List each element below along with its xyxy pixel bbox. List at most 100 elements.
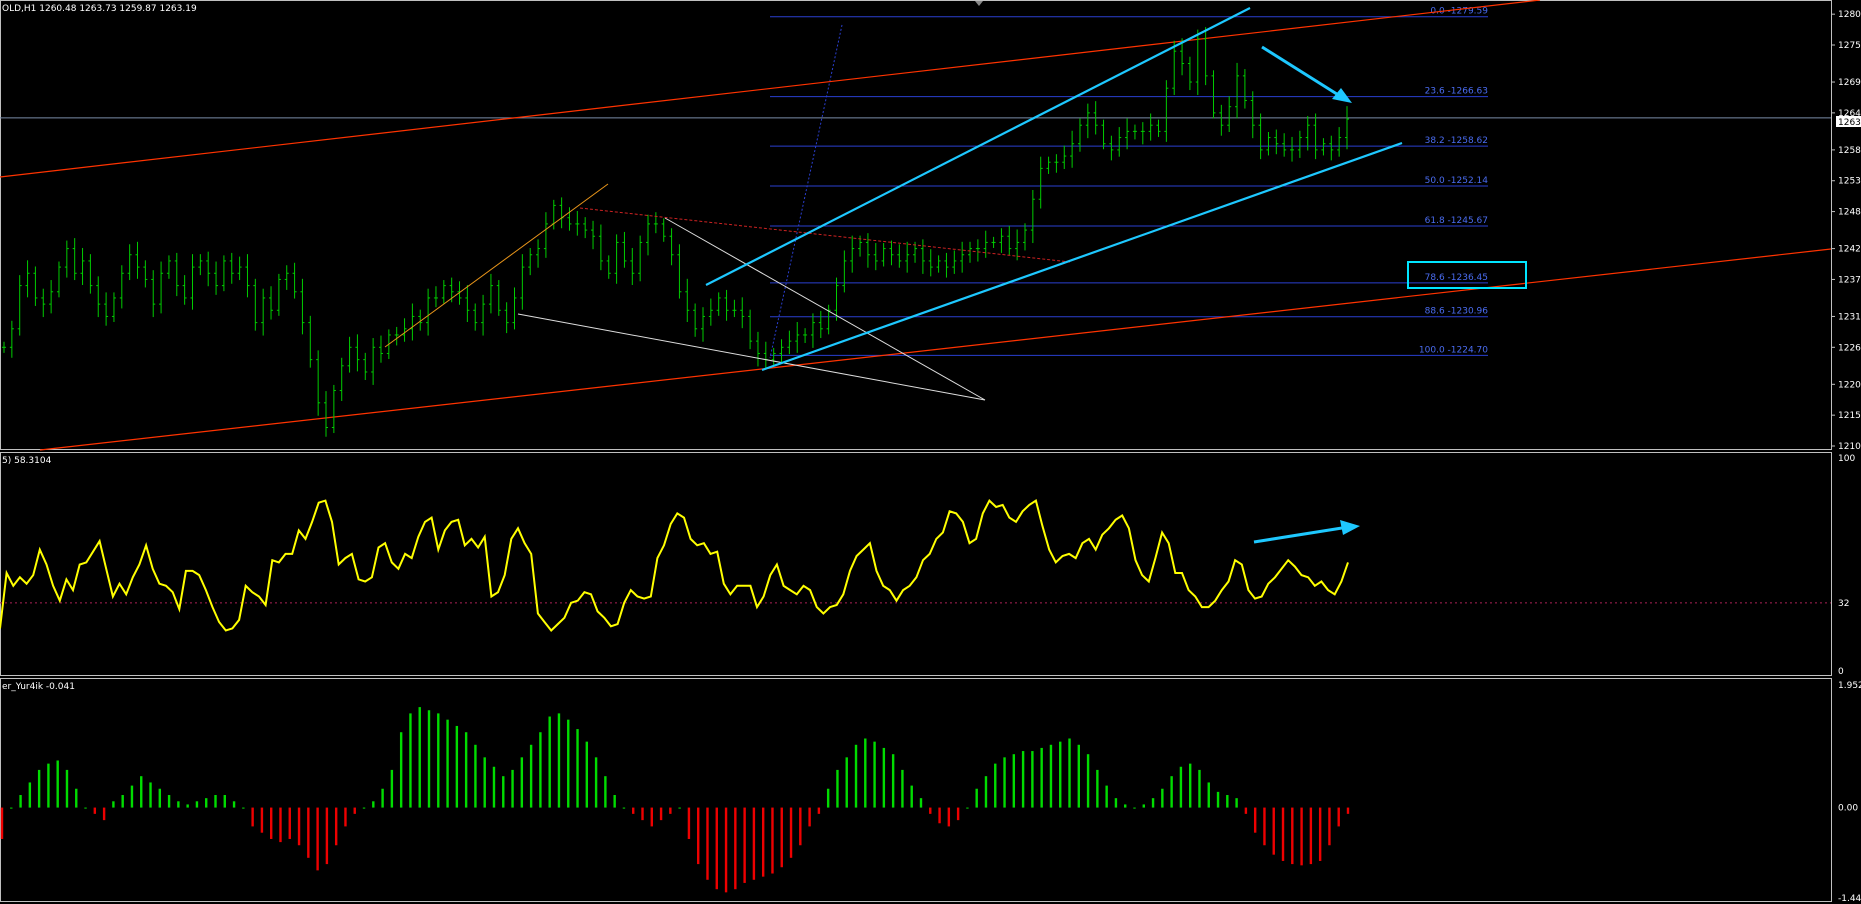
orange-trend-line[interactable] [384, 183, 609, 348]
histogram-bar [186, 804, 189, 808]
histogram-bar [418, 707, 421, 808]
histogram-bar [622, 807, 626, 809]
histogram-bar [734, 807, 737, 890]
histogram-bar [344, 807, 347, 827]
histogram-bar [1188, 763, 1192, 808]
fib-level-label: 50.0 -1252.14 [1425, 176, 1489, 186]
histogram-bar [47, 763, 50, 808]
histogram-bar [567, 719, 570, 808]
histogram-bar [437, 713, 440, 808]
fib-level-label: 23.6 -1266.63 [1425, 87, 1488, 97]
price-panel[interactable] [0, 0, 1832, 450]
channel-lower-line[interactable] [39, 248, 1832, 451]
histogram-bar [743, 807, 746, 883]
histogram-bar [205, 798, 208, 808]
histogram-bar [1337, 807, 1340, 827]
oscillator-axis-label: 1.952 [1838, 681, 1861, 691]
histogram-bar [37, 769, 41, 808]
histogram-bar [316, 807, 319, 871]
histogram-bar [1346, 807, 1350, 814]
histogram-bar [929, 807, 932, 814]
histogram-bar [242, 807, 245, 809]
histogram-bar [966, 807, 969, 809]
price-axis-label: 1264 [1838, 109, 1861, 119]
histogram-bar [251, 807, 254, 827]
histogram-bar [947, 807, 951, 827]
dashed-resistance-line[interactable] [579, 207, 1071, 263]
histogram-bar [353, 807, 356, 814]
fib-level-label: 38.2 -1258.62 [1425, 136, 1488, 146]
wedge-lower-line[interactable] [517, 313, 986, 401]
price-axis-label: 1275 [1838, 41, 1861, 51]
histogram-bar [1309, 807, 1313, 865]
price-axis-label: 1237 [1838, 275, 1861, 285]
down-arrow-head [1332, 88, 1352, 103]
histogram-bar [464, 732, 468, 808]
histogram-bar [1021, 751, 1025, 808]
histogram-bar [75, 788, 78, 808]
histogram-bar [613, 795, 616, 808]
histogram-bar [1253, 807, 1257, 833]
histogram-bar [1300, 807, 1303, 866]
channel-upper-line[interactable] [0, 0, 1541, 178]
histogram-bar [604, 776, 607, 808]
histogram-bar [446, 719, 449, 808]
histogram-bar [232, 801, 236, 808]
histogram-bar [1244, 807, 1248, 814]
histogram-bar [956, 807, 960, 821]
up-arrow-head [1340, 520, 1360, 535]
histogram-bar [279, 807, 282, 843]
histogram-bar [1049, 744, 1053, 808]
histogram-bar [1068, 738, 1071, 808]
price-axis-label: 1210 [1838, 442, 1861, 452]
histogram-bar [891, 754, 895, 808]
histogram-bar [483, 757, 486, 808]
histogram-bar [771, 807, 774, 874]
histogram-bar [1226, 795, 1229, 808]
histogram-bar [1291, 807, 1294, 865]
histogram-bar [669, 807, 672, 814]
histogram-bar [19, 795, 22, 808]
oscillator-panel[interactable] [0, 678, 1832, 902]
histogram-bar [882, 747, 886, 808]
histogram-bar [715, 807, 718, 890]
histogram-bar [687, 807, 691, 839]
histogram-bar [641, 807, 644, 821]
rsi-panel[interactable] [0, 452, 1832, 676]
histogram-bar [1170, 776, 1173, 808]
rsi-line[interactable] [0, 498, 1349, 632]
fib-level-label: 78.6 -1236.45 [1425, 273, 1488, 283]
price-axis-label: 1258 [1838, 146, 1861, 156]
oscillator-axis-label: 0.00 [1838, 804, 1858, 814]
histogram-bar [177, 801, 180, 808]
rsi-axis-label: 0 [1838, 667, 1844, 677]
current-price-label: 1263 [1838, 118, 1861, 128]
histogram-bar [1179, 766, 1183, 808]
histogram-bar [585, 741, 589, 808]
histogram-bar [1077, 744, 1080, 808]
histogram-bar [706, 807, 709, 880]
price-axis-label: 1220 [1838, 380, 1861, 390]
histogram-bar [399, 732, 403, 808]
histogram-bar [1012, 754, 1016, 808]
histogram-bar [112, 801, 115, 808]
histogram-bar [864, 738, 867, 808]
histogram-bar [1096, 769, 1099, 808]
histogram-bar [1151, 798, 1155, 808]
histogram-bar [372, 801, 375, 808]
histogram-bar [984, 776, 988, 808]
histogram-bar [56, 760, 59, 808]
histogram-bar [1161, 788, 1164, 808]
trading-chart[interactable]: 0.0 -1279.5923.6 -1266.6338.2 -1258.6250… [0, 0, 1861, 904]
histogram-bar [539, 732, 542, 808]
histogram-bar [873, 741, 876, 808]
histogram-bar [724, 807, 728, 893]
histogram-bar [659, 807, 663, 821]
cyan-channel-lower[interactable] [761, 141, 1403, 372]
histogram-bar [1216, 791, 1220, 808]
histogram-bar [1263, 807, 1266, 846]
histogram-bar [1133, 807, 1136, 809]
histogram-bar [511, 769, 514, 808]
histogram-bar [307, 807, 310, 858]
fib-trend-line[interactable] [769, 24, 843, 359]
